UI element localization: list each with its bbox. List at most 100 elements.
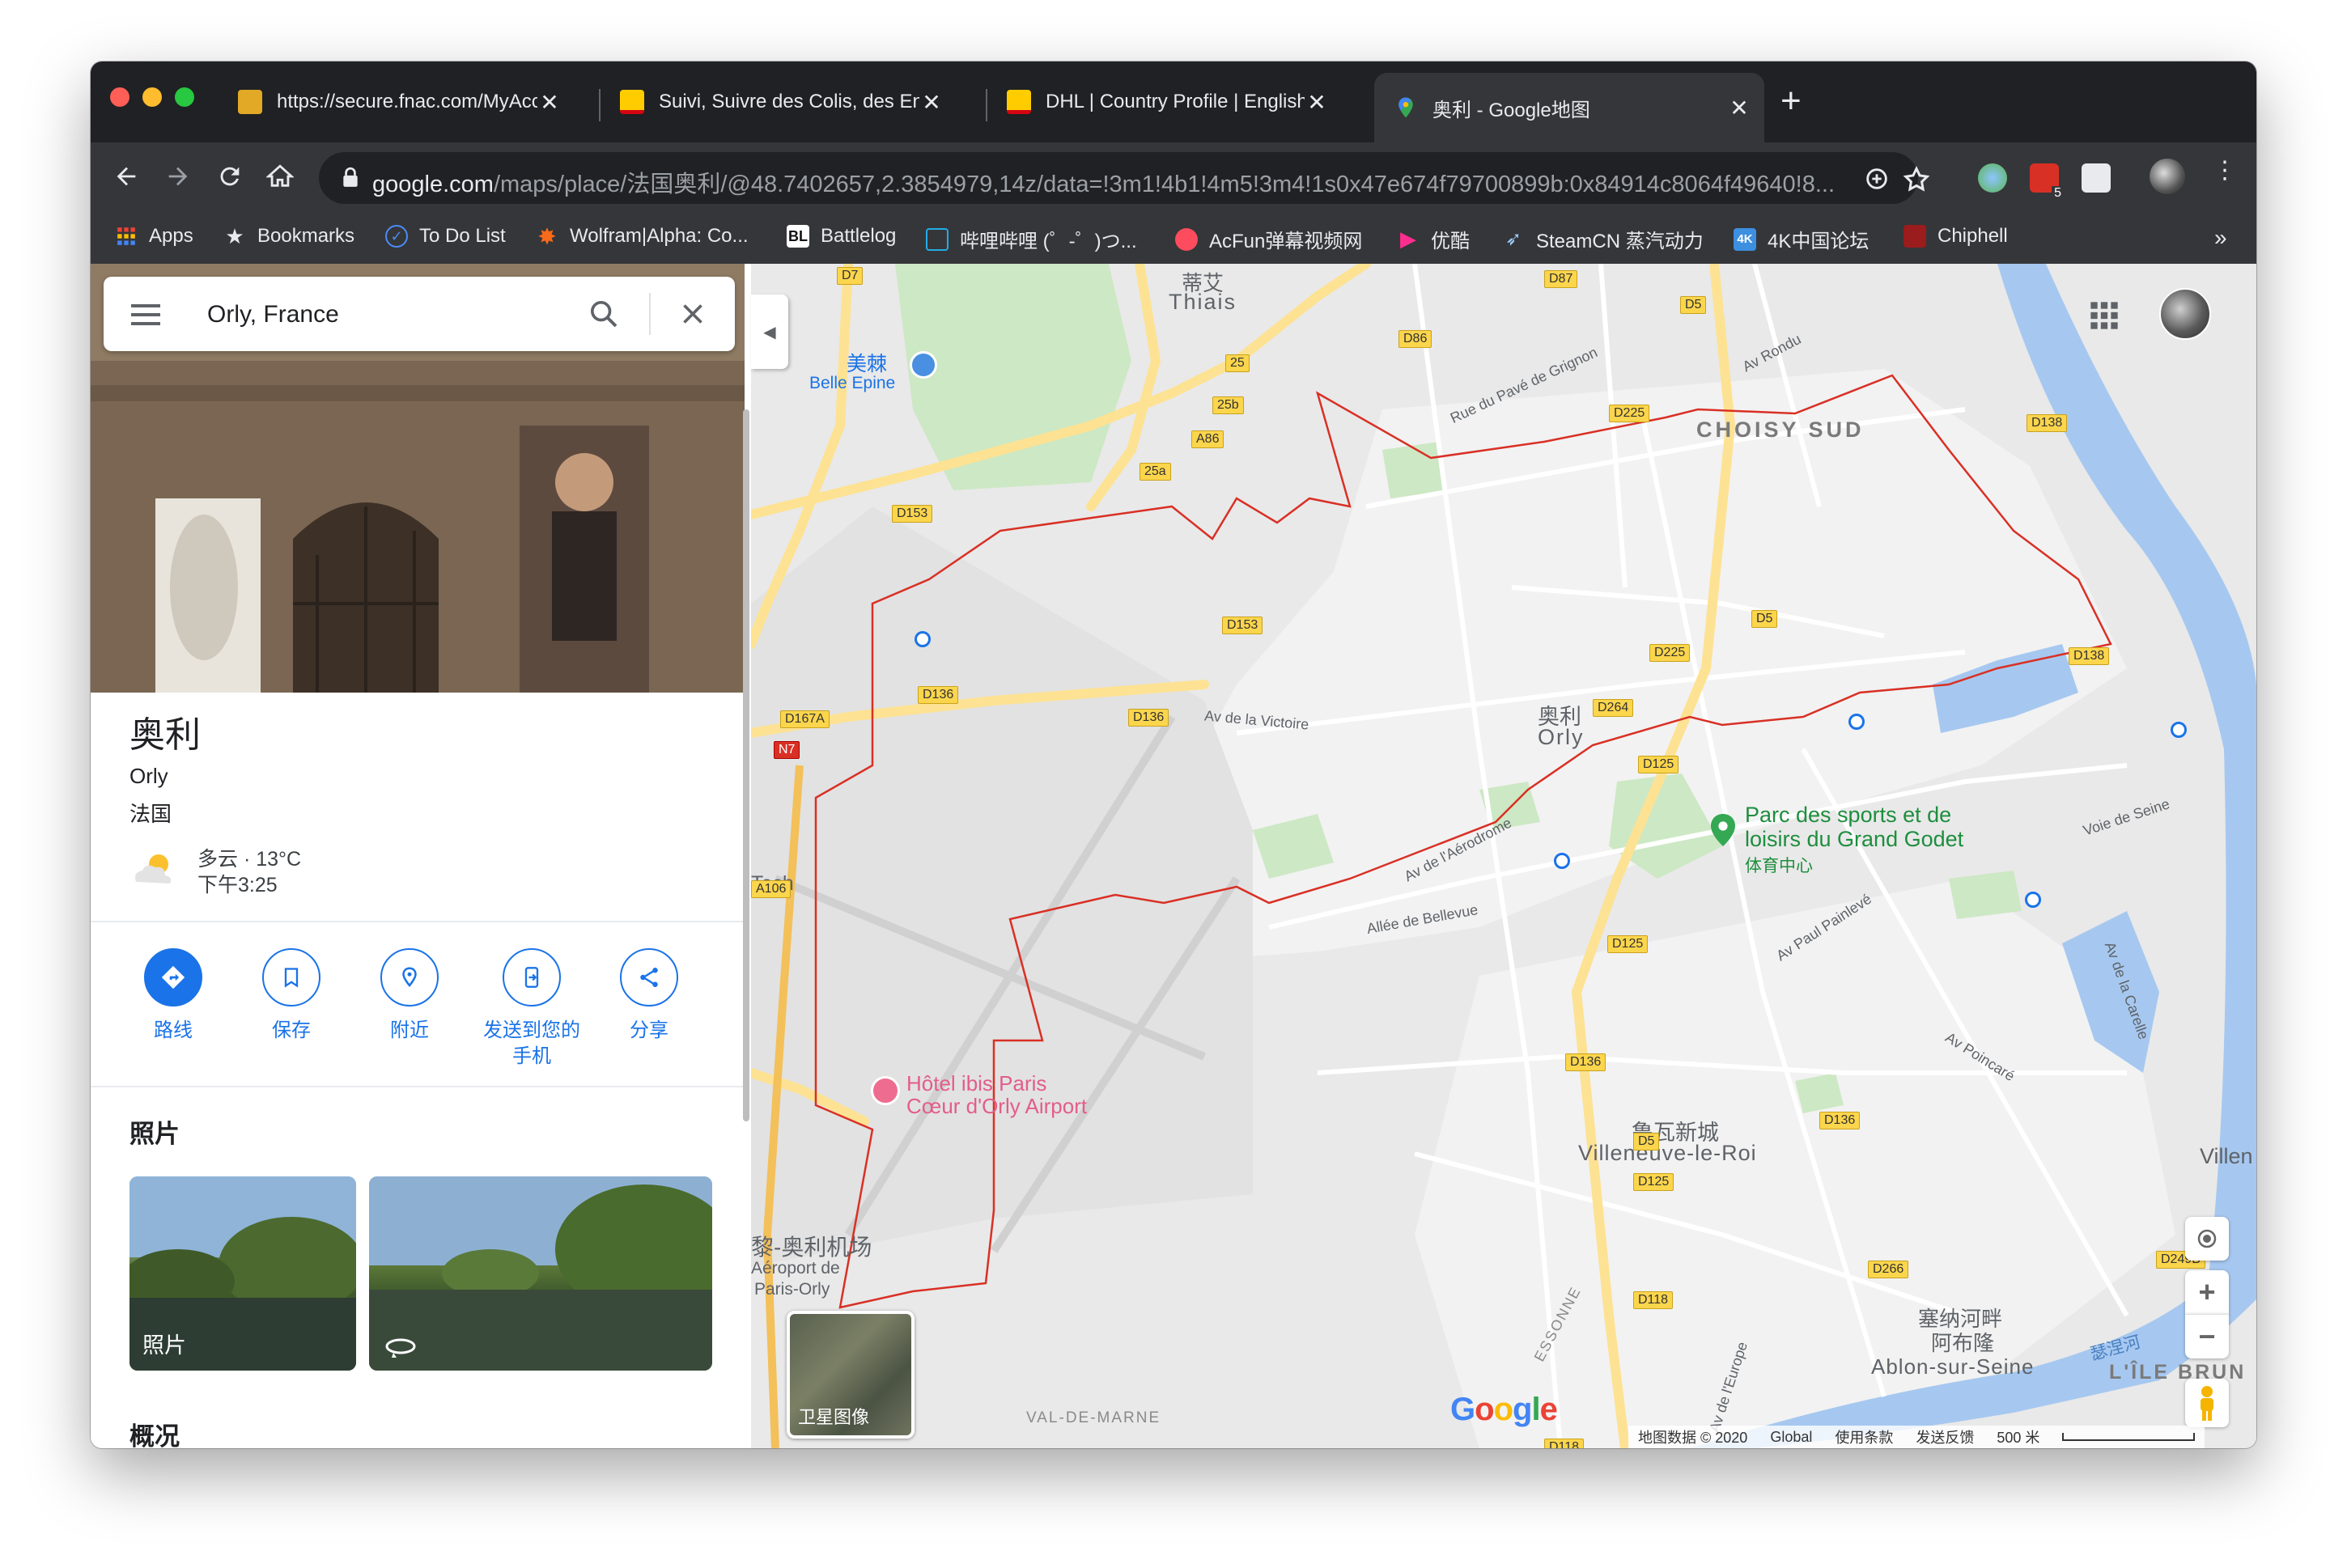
train-station-icon[interactable]	[915, 631, 931, 647]
bookmark-bilibili[interactable]: 哔哩哔哩 (゜-゜)つ...	[926, 225, 1137, 253]
road-tag: D153	[1222, 617, 1263, 634]
nearby-button[interactable]: 附近	[361, 948, 458, 1044]
shopping-pin-icon[interactable]	[910, 351, 937, 379]
map-label-airport-cn: 黎-奥利机场	[751, 1235, 872, 1260]
road-tag: D153	[892, 505, 933, 523]
bookmark-steamcn[interactable]: ➶ SteamCN 蒸汽动力	[1502, 225, 1704, 253]
map-canvas[interactable]: 蒂艾 Thiais 美棘 Belle Epine CHOISY SUD 奥利 O…	[751, 264, 2256, 1448]
minimize-window-button[interactable]	[142, 87, 162, 107]
terms-link[interactable]: 使用条款	[1835, 1426, 1893, 1447]
map-label-thiais: Thiais	[1169, 290, 1237, 314]
apps-grid-icon	[115, 225, 138, 248]
train-station-icon[interactable]	[1848, 714, 1865, 730]
bookmark-label: 4K中国论坛	[1768, 231, 1870, 252]
close-icon[interactable]	[678, 299, 707, 328]
back-button[interactable]	[107, 157, 146, 196]
search-box[interactable]: Orly, France	[104, 277, 735, 351]
photo-thumbnail[interactable]: 照片	[129, 1176, 356, 1371]
close-window-button[interactable]	[110, 87, 129, 107]
bookmark-label: 哔哩哔哩 (゜-゜)つ...	[960, 231, 1137, 252]
dhl-favicon-icon	[1007, 90, 1031, 114]
chrome-menu-icon[interactable]: ⋮	[2213, 159, 2237, 183]
bookmark-bookmarks[interactable]: ★ Bookmarks	[223, 224, 355, 248]
pegman-button[interactable]	[2185, 1379, 2229, 1427]
region-link[interactable]: Global	[1770, 1429, 1812, 1446]
scale-label[interactable]: 500 米	[1997, 1426, 2039, 1447]
close-tab-icon[interactable]: ✕	[919, 89, 944, 116]
train-station-icon[interactable]	[1554, 853, 1570, 869]
bookmark-label: 优酷	[1431, 231, 1470, 252]
train-station-icon[interactable]	[2171, 722, 2187, 738]
tab-dhl[interactable]: DHL | Country Profile | English ✕	[987, 73, 1342, 131]
zoom-window-button[interactable]	[175, 87, 194, 107]
add-location-icon[interactable]	[1863, 165, 1891, 193]
photo-360-thumbnail[interactable]	[369, 1176, 712, 1371]
tab-google-maps[interactable]: 奥利 - Google地图 ✕	[1374, 73, 1764, 142]
home-button[interactable]	[261, 157, 299, 196]
zoom-in-button[interactable]: +	[2185, 1270, 2229, 1314]
close-tab-icon[interactable]: ✕	[537, 89, 562, 116]
road-tag: 25	[1225, 354, 1250, 372]
share-button[interactable]: 分享	[601, 948, 698, 1044]
new-tab-button[interactable]: +	[1780, 81, 1802, 121]
my-location-button[interactable]	[2185, 1217, 2229, 1261]
feedback-link[interactable]: 发送反馈	[1916, 1426, 1974, 1447]
hotel-pin-icon[interactable]	[871, 1076, 900, 1105]
maps-content: 蒂艾 Thiais 美棘 Belle Epine CHOISY SUD 奥利 O…	[91, 264, 2256, 1448]
reload-icon	[220, 167, 240, 186]
extension-reader-icon[interactable]	[2082, 163, 2111, 193]
maps-pin-favicon-icon	[1394, 95, 1418, 120]
send-to-phone-button[interactable]: 发送到您的 手机	[479, 948, 584, 1070]
bookmark-chiphell[interactable]: Chiphell	[1903, 225, 2008, 248]
check-circle-icon: ✓	[385, 225, 408, 248]
reload-button[interactable]	[210, 157, 249, 196]
road-tag: D266	[1868, 1261, 1909, 1278]
satellite-toggle[interactable]: 卫星图像	[787, 1311, 915, 1439]
address-bar[interactable]: google.com/maps/place/法国奥利/@48.7402657,2…	[319, 152, 1918, 204]
bookmark-battlelog[interactable]: BL Battlelog	[787, 225, 896, 248]
forward-button[interactable]	[159, 157, 197, 196]
bookmark-label: Battlelog	[821, 225, 897, 247]
bookmark-todo[interactable]: ✓ To Do List	[385, 225, 506, 248]
bookmark-apps[interactable]: Apps	[115, 225, 193, 248]
bookmark-4k[interactable]: 4K 4K中国论坛	[1734, 225, 1869, 253]
bookmark-wolfram[interactable]: ✸ Wolfram|Alpha: Co...	[536, 224, 748, 249]
park-pin-icon[interactable]	[1711, 814, 1735, 846]
search-input[interactable]: Orly, France	[207, 301, 339, 328]
tab-suivi[interactable]: Suivi, Suivre des Colis, des Envo ✕	[601, 73, 957, 131]
bookmark-label: SteamCN 蒸汽动力	[1536, 231, 1704, 252]
account-avatar[interactable]	[2159, 288, 2211, 340]
profile-avatar-icon[interactable]	[2150, 159, 2185, 194]
menu-icon[interactable]	[131, 304, 160, 325]
close-tab-icon[interactable]: ✕	[1305, 89, 1329, 116]
road-tag: 25b	[1212, 396, 1244, 414]
bookmarks-bar: Apps ★ Bookmarks ✓ To Do List ✸ Wolfram|…	[91, 217, 2256, 265]
home-icon	[266, 164, 294, 187]
bookmark-star-icon[interactable]	[1902, 165, 1931, 194]
extension-badge: 5	[2052, 186, 2064, 201]
close-tab-icon[interactable]: ✕	[1727, 95, 1751, 121]
bookmark-youku[interactable]: ▶ 优酷	[1397, 225, 1470, 253]
google-logo: Google	[1450, 1392, 1558, 1427]
extension-globe-icon[interactable]	[1978, 163, 2007, 193]
panel-scrollbar[interactable]	[743, 409, 749, 1121]
place-subtitle: Orly	[129, 764, 168, 788]
bookmarks-overflow-button[interactable]: »	[2214, 225, 2227, 251]
map-label-ibis-1: Hôtel ibis Paris	[906, 1071, 1047, 1095]
back-arrow-icon	[117, 167, 136, 186]
google-apps-icon[interactable]	[2088, 299, 2120, 332]
train-station-icon[interactable]	[2025, 892, 2041, 908]
bookmark-acfun[interactable]: AcFun弹幕视频网	[1175, 225, 1362, 253]
directions-button[interactable]: 路线	[125, 948, 222, 1044]
search-icon[interactable]	[588, 298, 620, 330]
save-button[interactable]: 保存	[243, 948, 340, 1044]
weather-time: 下午3:25	[197, 874, 278, 896]
steamcn-icon: ➶	[1505, 228, 1522, 250]
road-tag: D225	[1609, 405, 1650, 422]
extension-red-icon[interactable]: 5	[2030, 163, 2064, 201]
zoom-out-button[interactable]: −	[2185, 1314, 2229, 1358]
tab-fnac[interactable]: https://secure.fnac.com/MyAcco ✕	[219, 73, 575, 131]
partly-cloudy-icon	[135, 854, 172, 884]
bookmark-label: Bookmarks	[257, 225, 355, 247]
collapse-panel-button[interactable]: ◀	[751, 295, 788, 369]
